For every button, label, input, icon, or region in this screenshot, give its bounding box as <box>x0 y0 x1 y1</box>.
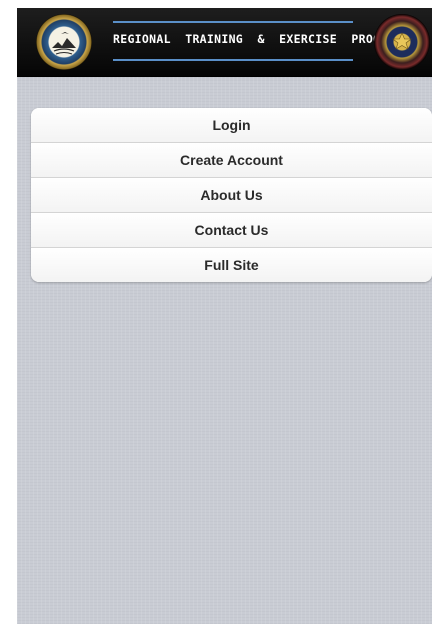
program-title: REGIONAL TRAINING & EXERCISE PROGRAM <box>113 32 402 46</box>
regional-seal-icon <box>36 14 92 70</box>
program-banner: REGIONAL TRAINING & EXERCISE PROGRAM <box>113 21 402 61</box>
app-screen: REGIONAL TRAINING & EXERCISE PROGRAM Log… <box>17 8 432 624</box>
login-button[interactable]: Login <box>31 108 432 142</box>
create-account-button[interactable]: Create Account <box>31 142 432 177</box>
sheriff-badge-seal-icon <box>374 14 430 70</box>
about-us-button[interactable]: About Us <box>31 177 432 212</box>
app-header: REGIONAL TRAINING & EXERCISE PROGRAM <box>17 8 432 77</box>
main-menu: Login Create Account About Us Contact Us… <box>31 108 432 282</box>
contact-us-button[interactable]: Contact Us <box>31 212 432 247</box>
full-site-button[interactable]: Full Site <box>31 247 432 282</box>
banner-rule-bottom <box>113 59 353 61</box>
banner-rule-top <box>113 21 353 23</box>
